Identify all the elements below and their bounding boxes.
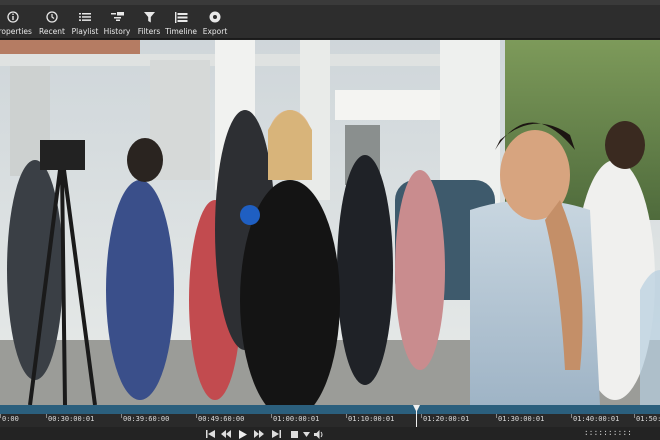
tick-label: 01:50:0 <box>636 415 660 423</box>
tick-mark <box>46 414 47 418</box>
main-toolbar: Properties Recent Playlist History Filte… <box>0 5 660 39</box>
history-icon <box>109 9 125 25</box>
properties-button[interactable]: Properties <box>0 7 32 37</box>
stop-button[interactable] <box>289 429 299 439</box>
history-button[interactable]: History <box>103 7 131 37</box>
video-frame <box>0 40 660 405</box>
tick-label: 00:30:00:01 <box>48 415 95 423</box>
transport-bar: :::::::::: <box>0 427 660 440</box>
skip-to-start-button[interactable] <box>205 429 215 439</box>
list-icon <box>77 9 93 25</box>
filters-label: Filters <box>137 27 161 36</box>
skip-to-end-button[interactable] <box>271 429 281 439</box>
video-preview[interactable] <box>0 40 660 405</box>
export-label: Export <box>202 27 228 36</box>
skip-start-icon <box>205 430 215 438</box>
playlist-label: Playlist <box>71 27 99 36</box>
timeline-label: Timeline <box>165 27 197 36</box>
tick-label: 01:00:00:01 <box>273 415 320 423</box>
speaker-icon <box>314 429 323 439</box>
properties-label: Properties <box>0 27 32 36</box>
recent-button[interactable]: Recent <box>38 7 66 37</box>
clock-icon <box>44 9 60 25</box>
timeline-ruler[interactable]: 0:00 00:30:00:01 00:39:60:00 00:49:60:00… <box>0 414 660 427</box>
stop-icon <box>290 430 298 438</box>
tick-mark <box>271 414 272 418</box>
filters-button[interactable]: Filters <box>136 7 162 37</box>
volume-button[interactable] <box>314 429 324 439</box>
tick-mark <box>0 414 1 418</box>
timeline-panel[interactable]: 0:00 00:30:00:01 00:39:60:00 00:49:60:00… <box>0 405 660 427</box>
funnel-icon <box>141 9 157 25</box>
tick-label: 01:20:00:01 <box>423 415 470 423</box>
tick-label: 00:49:60:00 <box>198 415 245 423</box>
skip-end-icon <box>271 430 281 438</box>
properties-icon <box>5 9 21 25</box>
timeline-icon <box>173 9 189 25</box>
playhead[interactable] <box>416 407 417 427</box>
rewind-icon <box>221 430 231 438</box>
rewind-button[interactable] <box>221 429 231 439</box>
tick-label: 00:39:60:00 <box>123 415 170 423</box>
history-label: History <box>103 27 131 36</box>
recent-label: Recent <box>39 27 65 36</box>
play-button[interactable] <box>238 429 248 439</box>
tick-mark <box>496 414 497 418</box>
tick-mark <box>421 414 422 418</box>
tick-mark <box>121 414 122 418</box>
tick-label: 01:30:00:01 <box>498 415 545 423</box>
export-button[interactable]: Export <box>202 7 228 37</box>
timeline-button[interactable]: Timeline <box>165 7 197 37</box>
fast-forward-button[interactable] <box>254 429 264 439</box>
play-icon <box>239 429 247 439</box>
tick-label: 01:40:00:01 <box>573 415 620 423</box>
fast-forward-icon <box>254 430 264 438</box>
tick-mark <box>196 414 197 418</box>
options-dropdown-button[interactable] <box>301 429 311 439</box>
chevron-down-icon <box>302 431 310 437</box>
tick-label: 0:00 <box>2 415 19 423</box>
tick-mark <box>634 414 635 418</box>
playlist-button[interactable]: Playlist <box>71 7 99 37</box>
tick-mark <box>571 414 572 418</box>
timecode-display: :::::::::: <box>583 428 632 437</box>
tick-label: 01:10:00:01 <box>348 415 395 423</box>
tick-mark <box>346 414 347 418</box>
export-icon <box>207 9 223 25</box>
timeline-track[interactable] <box>0 405 660 414</box>
